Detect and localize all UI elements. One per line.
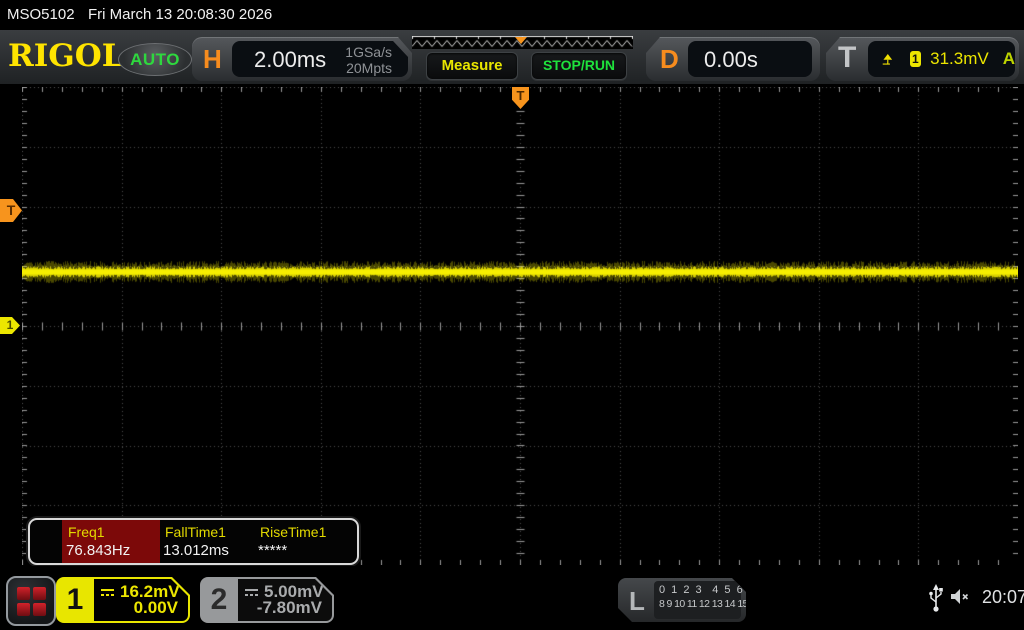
channel1-number: 1 (56, 577, 94, 623)
model-name: MSO5102 (7, 6, 75, 23)
horizontal-panel: 2.00ms 1GSa/s 20Mpts (232, 41, 408, 77)
horizontal-label: H (203, 44, 222, 75)
preview-position-marker[interactable] (515, 37, 527, 44)
delay-panel: 0.00s (688, 41, 812, 77)
trigger-block[interactable]: T 1 31.3mV A (826, 37, 1019, 81)
memory-depth: 20Mpts (345, 60, 392, 76)
apps-menu-button[interactable] (6, 576, 56, 626)
trigger-level-marker[interactable]: T (0, 199, 22, 222)
graticule-area: T 1 T Freq1 76.843Hz FallTime1 13.012ms … (0, 84, 1024, 566)
measurement-label: Freq1 (68, 524, 105, 540)
logic-channels-row2: 8 9 10 11 12 13 14 15 (659, 598, 741, 610)
oscilloscope-screen: MSO5102 Fri March 13 20:08:30 2026 RIGOL… (0, 0, 1024, 630)
clock: 20:07 (982, 587, 1024, 608)
trigger-sweep-mode: A (1003, 49, 1015, 69)
channel2-badge[interactable]: 2 5.00mV -7.80mV (200, 577, 334, 623)
grid-and-waveform-canvas (22, 87, 1018, 565)
channel2-panel: 5.00mV -7.80mV (238, 579, 332, 621)
dc-coupling-icon (100, 588, 115, 597)
delay-block[interactable]: D 0.00s (646, 37, 820, 81)
usb-icon (928, 583, 944, 614)
trigger-status-badge: AUTO (118, 43, 192, 76)
rigol-logo: RIGOL (8, 38, 124, 74)
channel2-number: 2 (200, 577, 238, 623)
logic-channels-row1: 0 1 2 3 4 5 6 7 (659, 584, 741, 596)
measurement-item[interactable]: Freq1 76.843Hz (64, 520, 160, 563)
channel1-panel: 16.2mV 0.00V (94, 579, 188, 621)
horizontal-block[interactable]: H 2.00ms 1GSa/s 20Mpts (192, 37, 412, 81)
measurement-value: 76.843Hz (66, 542, 130, 559)
measure-button[interactable]: Measure (426, 52, 518, 80)
measurement-label: RiseTime1 (260, 524, 326, 540)
dc-coupling-icon (244, 588, 259, 597)
delay-value: 0.00s (704, 47, 758, 73)
trigger-label: T (838, 41, 856, 75)
channel1-offset: 0.00V (134, 598, 178, 618)
speaker-muted-icon (950, 588, 972, 605)
trigger-panel: 1 31.3mV A (868, 41, 1015, 77)
bottom-bar: 1 16.2mV 0.00V 2 5.00mV -7.80mV L 0 1 2 … (0, 566, 1024, 630)
apps-grid-icon (17, 587, 46, 616)
measurement-label: FallTime1 (165, 524, 226, 540)
edge-trigger-icon (882, 51, 894, 67)
sample-rate: 1GSa/s (345, 44, 392, 60)
channel1-offset-marker[interactable]: 1 (0, 317, 20, 334)
trigger-source-badge: 1 (910, 51, 922, 67)
logic-panel: 0 1 2 3 4 5 6 7 8 9 10 11 12 13 14 15 (654, 581, 741, 619)
measurement-value: ***** (258, 542, 287, 559)
stop-run-button[interactable]: STOP/RUN (531, 52, 627, 80)
acquisition-info: 1GSa/s 20Mpts (345, 44, 392, 76)
status-bar: MSO5102 Fri March 13 20:08:30 2026 (0, 0, 1024, 30)
logic-channels-badge[interactable]: L 0 1 2 3 4 5 6 7 8 9 10 11 12 13 14 15 (618, 578, 746, 622)
header-bar: RIGOL AUTO H 2.00ms 1GSa/s 20Mpts Measur… (0, 30, 1024, 84)
delay-label: D (660, 44, 679, 75)
timebase-value: 2.00ms (254, 47, 326, 73)
measurement-overlay[interactable]: Freq1 76.843Hz FallTime1 13.012ms RiseTi… (28, 518, 359, 565)
measurement-item[interactable]: RiseTime1 ***** (256, 520, 352, 563)
channel2-offset: -7.80mV (257, 598, 322, 618)
date-time: Fri March 13 20:08:30 2026 (88, 6, 272, 23)
measurement-value: 13.012ms (163, 542, 229, 559)
trigger-level-value: 31.3mV (930, 49, 989, 69)
measurement-item[interactable]: FallTime1 13.012ms (161, 520, 255, 563)
channel1-badge[interactable]: 1 16.2mV 0.00V (56, 577, 190, 623)
logic-label: L (629, 586, 645, 617)
